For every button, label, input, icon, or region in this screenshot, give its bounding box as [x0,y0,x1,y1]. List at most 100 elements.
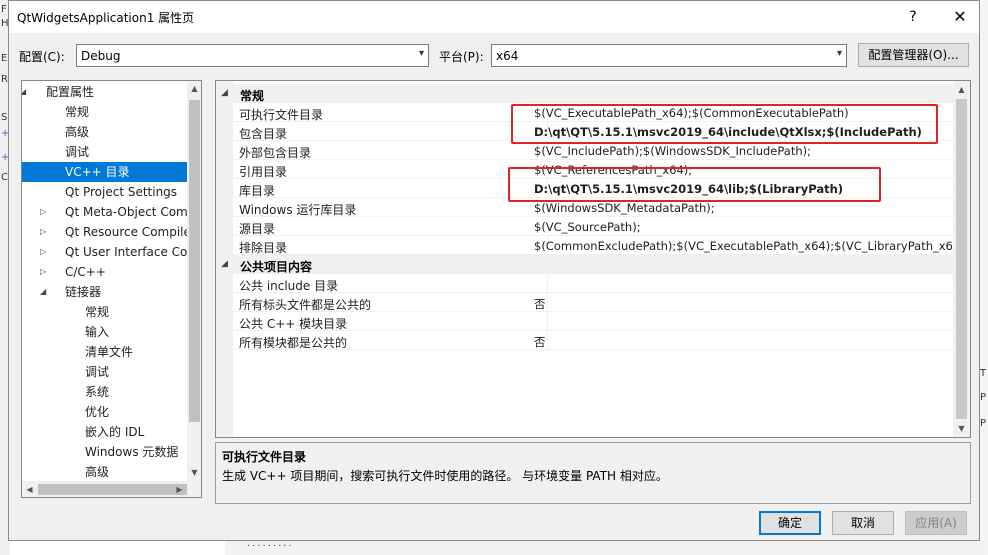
column-divider[interactable] [547,312,548,331]
config-value: Debug [81,49,121,63]
property-row[interactable]: 所有标头文件都是公共的 否 [233,293,953,312]
tree-item-vc[interactable]: VC++ 目录 [22,162,187,182]
tree-item-label: 清单文件 [85,345,134,359]
scroll-down-icon[interactable]: ▼ [187,465,201,481]
tree-item[interactable]: 调试 [22,362,187,382]
tree-item[interactable]: ◢ 配置属性 [22,82,187,102]
apply-button[interactable]: 应用(A) [905,511,967,535]
property-tree[interactable]: ◢配置属性常规高级调试VC++ 目录Qt Project Settings▷Qt… [21,80,202,498]
bg-bottom-text: ········· [247,541,294,552]
tree-vertical-scrollbar[interactable]: ▲ ▼ [187,81,201,481]
tree-item-idl[interactable]: 嵌入的 IDL [22,422,187,442]
property-row[interactable]: 公共 include 目录 [233,274,953,293]
property-row[interactable]: 源目录 $(VC_SourcePath); [233,217,953,236]
grid-category[interactable]: ◢ 公共项目内容 [216,255,953,274]
property-value[interactable]: $(VC_IncludePath);$(WindowsSDK_IncludePa… [534,144,811,158]
tree-item-qt-resource-compile[interactable]: ▷ Qt Resource Compile [22,222,191,242]
tree-item[interactable]: 输入 [22,322,187,342]
tree-item-windows[interactable]: Windows 元数据 [22,442,187,462]
tree-item-label: 配置属性 [46,85,95,99]
ok-button[interactable]: 确定 [759,511,821,535]
platform-dropdown[interactable]: x64 ▾ [491,44,847,67]
property-value[interactable]: $(CommonExcludePath);$(VC_ExecutablePath… [534,239,965,253]
tree-item[interactable]: 高级 [22,462,187,482]
scroll-thumb[interactable] [189,100,200,422]
tree-item-qt-project-settings[interactable]: Qt Project Settings [22,182,187,202]
property-name: 可执行文件目录 [239,108,324,122]
tree-item-label: 优化 [85,405,110,419]
tree-item[interactable]: 清单文件 [22,342,187,362]
bg-mark: T [980,368,987,379]
collapse-arrow-icon[interactable]: ◢ [221,259,228,269]
expand-arrow-icon[interactable]: ▷ [40,202,46,222]
close-button[interactable]: ✕ [946,5,974,29]
bg-mark: F [1,4,7,15]
tree-item-c-c[interactable]: ▷ C/C++ [22,262,187,282]
property-name: 源目录 [239,222,276,236]
tree-item[interactable]: ◢ 链接器 [22,282,187,302]
tree-item-label: 链接器 [65,285,102,299]
tree-item-label: 调试 [85,365,110,379]
scroll-right-icon[interactable]: ▶ [172,481,187,497]
tree-item-label: 常规 [85,305,110,319]
column-divider[interactable] [547,293,548,312]
property-row[interactable]: 所有模块都是公共的 否 [233,331,953,350]
tree-item-qt-user-interface-cor[interactable]: ▷ Qt User Interface Cor [22,242,192,262]
tree-item[interactable]: 优化 [22,402,187,422]
property-name: 库目录 [239,184,276,198]
scroll-thumb[interactable] [956,99,967,419]
config-dropdown[interactable]: Debug ▾ [76,44,429,67]
tree-item-label: 输入 [85,325,110,339]
tree-item[interactable]: 常规 [22,102,187,122]
configuration-manager-button[interactable]: 配置管理器(O)... [858,43,969,67]
tree-item[interactable]: 常规 [22,302,187,322]
property-name: 引用目录 [239,165,288,179]
help-button[interactable]: ? [899,5,927,29]
annotation-box-library [508,167,881,202]
scroll-up-icon[interactable]: ▲ [187,81,201,97]
bg-mark: E [1,53,8,64]
property-name: Windows 运行库目录 [239,203,357,217]
bg-mark: P [980,392,987,403]
tree-item-qt-meta-object-com[interactable]: ▷ Qt Meta-Object Com [22,202,188,222]
config-label: 配置(C): [19,50,65,64]
property-row[interactable]: 排除目录 $(CommonExcludePath);$(VC_Executable… [233,236,965,255]
grid-category-title: 常规 [240,89,265,103]
tree-item-label: 高级 [85,465,110,479]
collapse-arrow-icon[interactable]: ◢ [40,282,46,302]
scroll-down-icon[interactable]: ▼ [953,420,970,437]
grid-category[interactable]: ◢ 常规 [216,84,953,103]
tree-item[interactable]: 调试 [22,142,187,162]
collapse-arrow-icon[interactable]: ◢ [22,82,26,102]
scroll-thumb[interactable] [38,484,187,495]
property-value[interactable]: $(WindowsSDK_MetadataPath); [534,201,715,215]
cancel-button[interactable]: 取消 [832,511,894,535]
expand-arrow-icon[interactable]: ▷ [40,262,46,282]
platform-label: 平台(P): [439,50,484,64]
property-row[interactable]: 公共 C++ 模块目录 [233,312,953,331]
tree-horizontal-scrollbar[interactable]: ◀ ▶ [22,481,201,497]
title-bar[interactable]: QtWidgetsApplication1 属性页 ? ✕ [9,1,979,33]
tree-item[interactable]: 高级 [22,122,187,142]
grid-vertical-scrollbar[interactable]: ▲ ▼ [953,81,970,437]
tree-item-label: VC++ 目录 [65,165,130,179]
column-divider[interactable] [547,331,548,350]
expand-arrow-icon[interactable]: ▷ [40,222,46,242]
tree-item-label: 系统 [85,385,110,399]
bg-mark: S [1,112,8,123]
property-value[interactable]: 否 [534,334,546,350]
property-value[interactable]: 否 [534,296,546,312]
bg-mark: R [1,74,8,85]
scroll-up-icon[interactable]: ▲ [953,81,970,98]
column-divider[interactable] [547,274,548,293]
platform-value: x64 [496,49,519,63]
collapse-arrow-icon[interactable]: ◢ [221,88,228,98]
property-name: 公共 C++ 模块目录 [239,317,348,331]
tree-item[interactable]: 系统 [22,382,187,402]
scroll-left-icon[interactable]: ◀ [22,481,37,497]
tree-item-label: Qt User Interface Cor [65,245,193,259]
property-name: 排除目录 [239,241,288,255]
expand-arrow-icon[interactable]: ▷ [40,242,46,262]
property-value[interactable]: $(VC_SourcePath); [534,220,641,234]
chevron-down-icon: ▾ [836,48,842,59]
